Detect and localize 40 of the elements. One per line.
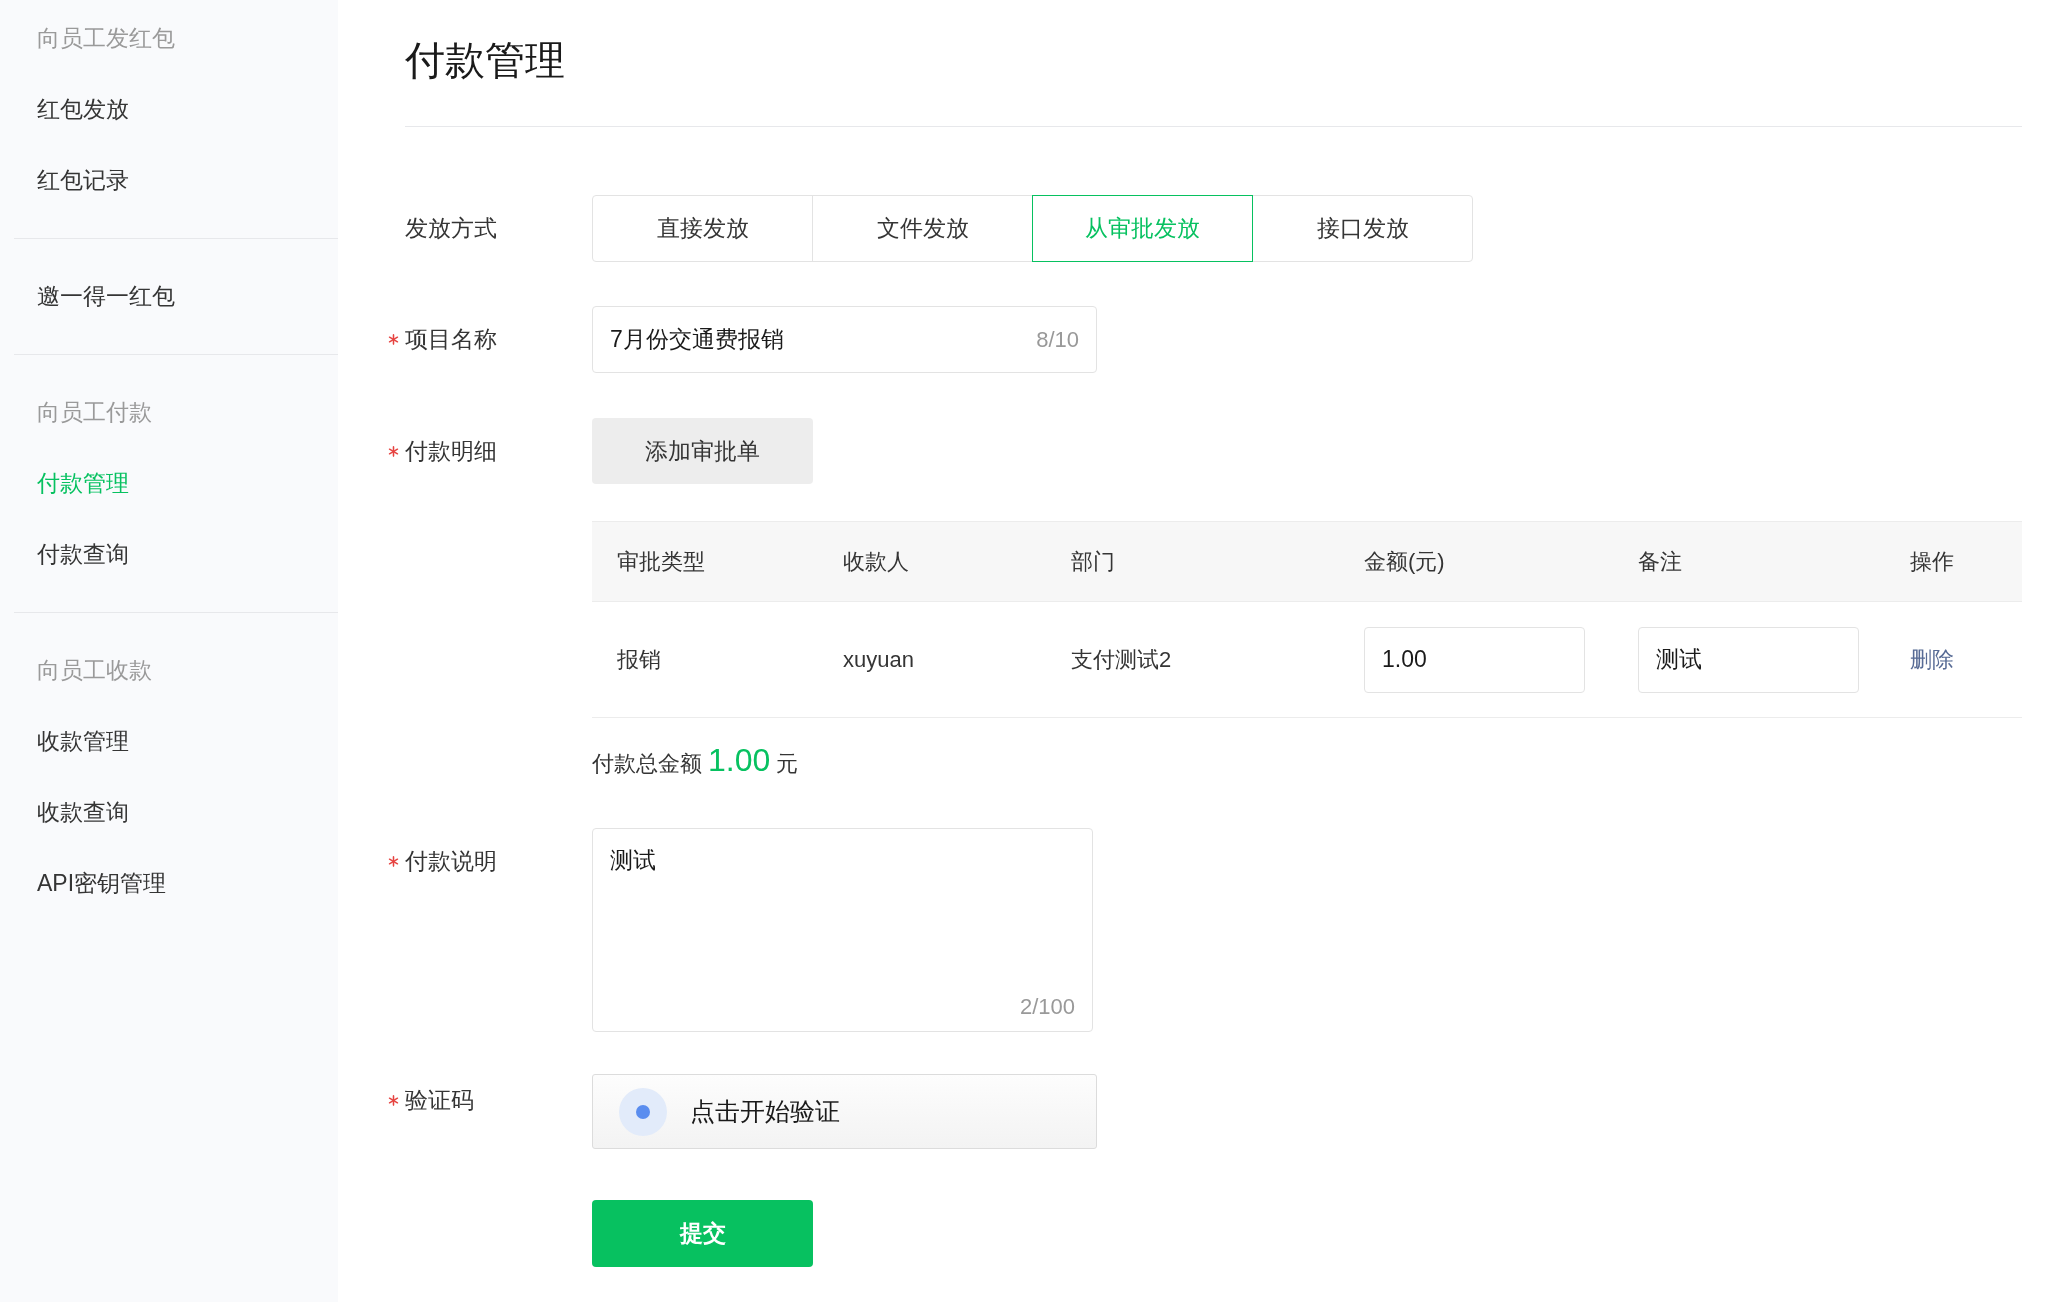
tab[interactable]: 直接发放 — [592, 195, 813, 262]
remark-field[interactable]: 测试 — [1638, 626, 1859, 693]
amount-field[interactable]: 1.00 — [1364, 626, 1585, 693]
currency-unit: 元 — [776, 750, 799, 778]
field-label: 发放方式 — [405, 214, 497, 244]
sidebar-item[interactable]: 收款查询 — [37, 777, 129, 848]
tab[interactable]: 接口发放 — [1252, 195, 1473, 262]
captcha-button[interactable]: 点击开始验证 — [592, 1074, 1097, 1149]
sidebar-item[interactable]: API密钥管理 — [37, 848, 167, 919]
column-header: 备注 — [1638, 549, 1682, 574]
sidebar-item[interactable]: 红包发放 — [37, 74, 129, 145]
sidebar-item[interactable]: 邀一得一红包 — [37, 261, 175, 332]
sidebar-item[interactable]: 收款管理 — [37, 706, 129, 777]
field-label: 项目名称 — [405, 325, 497, 355]
column-header: 操作 — [1910, 549, 1954, 574]
sidebar-item[interactable]: 红包记录 — [37, 145, 129, 216]
delete-link[interactable]: 删除 — [1910, 647, 1954, 672]
add-button[interactable]: 添加审批单 — [592, 418, 813, 484]
sidebar-section-title: 向员工收款 — [37, 656, 152, 686]
total-label: 付款总金额 — [592, 750, 702, 778]
field-label: 付款说明 — [405, 847, 497, 877]
character-counter: 8/10 — [1036, 326, 1079, 354]
column-header: 部门 — [1071, 549, 1115, 574]
column-header: 审批类型 — [617, 549, 705, 574]
text-field[interactable]: 7月份交通费报销 8/10 — [592, 306, 1097, 373]
table-cell: 支付测试2 — [1071, 647, 1172, 672]
description-field[interactable]: 测试 2/100 — [592, 828, 1093, 1032]
sidebar-section-title: 向员工发红包 — [37, 24, 175, 54]
field-label: 验证码 — [405, 1085, 474, 1115]
table-cell: xuyuan — [843, 647, 914, 672]
tab[interactable]: 文件发放 — [812, 195, 1033, 262]
total-amount: 1.00 — [708, 741, 771, 780]
column-header: 金额(元) — [1364, 549, 1445, 574]
column-header: 收款人 — [843, 549, 909, 574]
character-counter: 2/100 — [1019, 993, 1075, 1021]
sidebar-item[interactable]: 付款查询 — [37, 519, 129, 590]
page-title: 付款管理 — [404, 37, 565, 84]
field-label: 付款明细 — [405, 437, 497, 467]
sidebar-section-title: 向员工付款 — [37, 398, 152, 428]
table-cell: 报销 — [617, 647, 661, 672]
